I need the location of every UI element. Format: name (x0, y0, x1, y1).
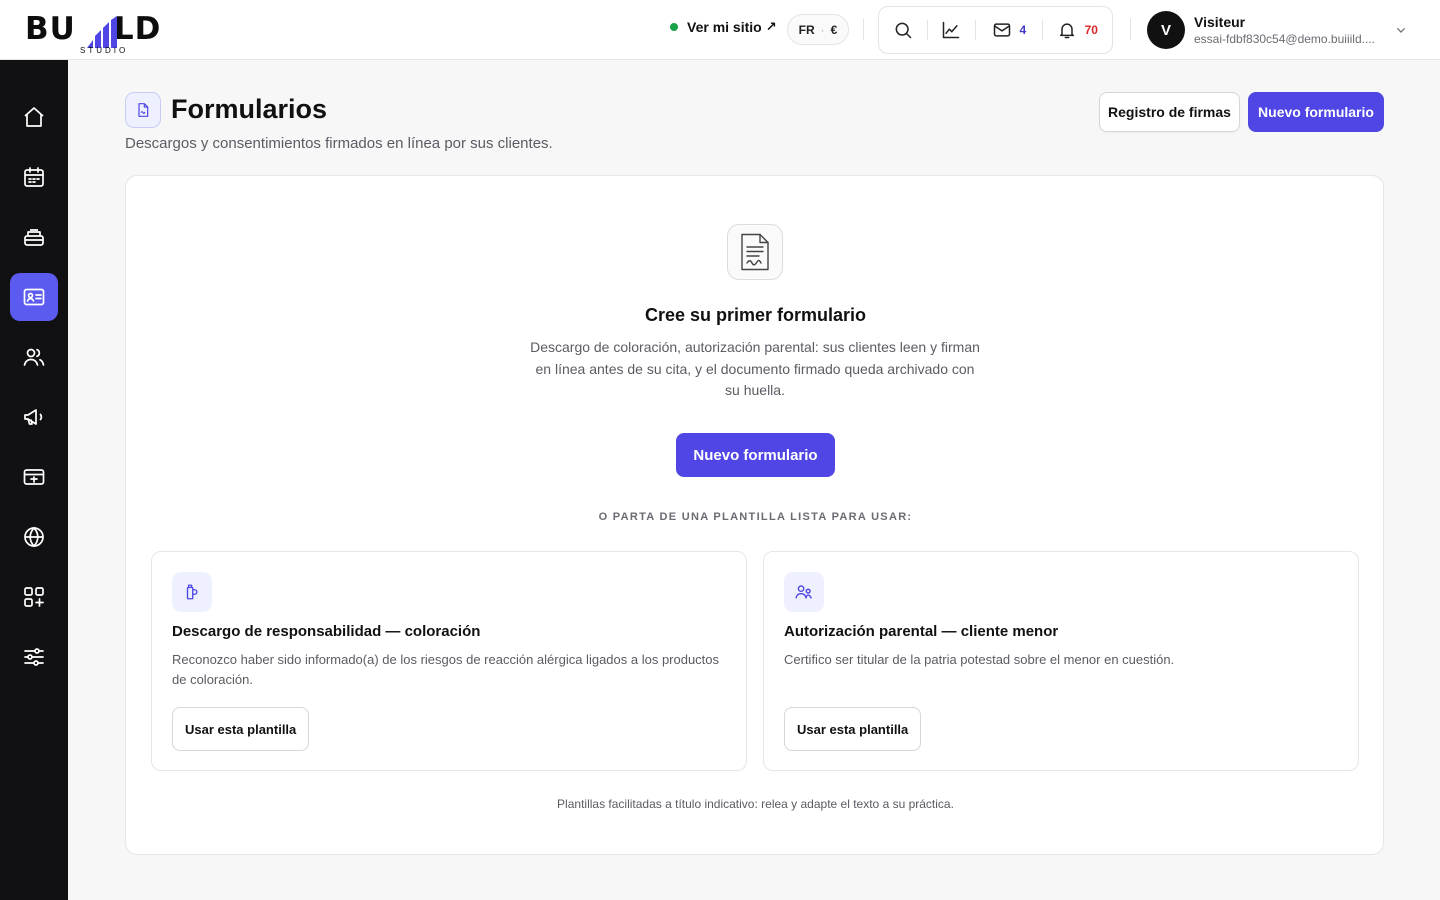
sidebar-item-marketing[interactable] (10, 393, 58, 441)
empty-state-icon-box (727, 224, 783, 280)
page-subtitle: Descargos y consentimientos firmados en … (125, 135, 553, 152)
templates-disclaimer: Plantillas facilitadas a título indicati… (557, 797, 954, 811)
sidebar (0, 60, 68, 900)
payment-icon (23, 469, 45, 485)
empty-state-title: Cree su primer formulario (644, 305, 867, 325)
globe-icon (24, 526, 44, 548)
view-site-label: Ver mi sitio (687, 19, 762, 35)
dye-bottle-icon (186, 584, 198, 600)
chart-icon (943, 21, 960, 39)
sidebar-item-register[interactable] (10, 213, 58, 261)
locale-separator: · (820, 22, 825, 37)
user-info: Visiteur essai-fdbf830c54@demo.buiiild..… (1194, 14, 1384, 46)
signed-document-icon (741, 233, 769, 271)
template-title: Autorización parental — cliente menor (784, 623, 1059, 640)
template-icon-box (784, 572, 824, 612)
calendar-icon (24, 167, 44, 187)
signature-log-button[interactable]: Registro de firmas (1099, 92, 1240, 132)
notifications-button[interactable]: 70 (1043, 6, 1112, 54)
empty-state-description: Descargo de coloración, autorización par… (530, 339, 980, 398)
megaphone-icon (24, 409, 43, 425)
use-template-button[interactable]: Usar esta plantilla (784, 707, 922, 751)
template-description: Reconozco haber sido informado(a) de los… (172, 652, 720, 687)
sidebar-item-home[interactable] (10, 93, 58, 141)
forms-page-icon (125, 92, 161, 128)
online-status-dot (670, 23, 678, 31)
sidebar-item-forms[interactable] (10, 273, 58, 321)
sidebar-item-calendar[interactable] (10, 153, 58, 201)
template-description: Certifico ser titular de la patria potes… (784, 652, 1175, 667)
template-title: Descargo de responsabilidad — coloración (172, 623, 481, 640)
user-email: essai-fdbf830c54@demo.buiiild.... (1194, 32, 1375, 46)
page-title: Formularios (171, 94, 328, 124)
parent-child-icon (795, 585, 812, 599)
use-template-button[interactable]: Usar esta plantilla (172, 707, 310, 751)
sidebar-item-apps[interactable] (10, 573, 58, 621)
mail-icon (993, 23, 1010, 37)
search-icon (895, 22, 912, 39)
chevron-down-icon[interactable] (1393, 22, 1409, 38)
template-card: Descargo de responsabilidad — coloración… (151, 551, 747, 771)
locale-currency: € (830, 22, 838, 37)
new-form-button[interactable]: Nuevo formulario (1248, 92, 1384, 132)
sliders-icon (24, 648, 44, 666)
sidebar-item-clients[interactable] (10, 333, 58, 381)
notification-count-badge: 70 (1084, 23, 1098, 37)
apps-icon (24, 587, 44, 607)
sidebar-item-settings[interactable] (10, 633, 58, 681)
home-icon (24, 107, 44, 127)
locale-switcher[interactable]: FR · € (787, 14, 849, 45)
brand-logo[interactable]: BU LD STUDIO (25, 8, 185, 55)
divider (1130, 18, 1131, 40)
templates-heading: O PARTA DE UNA PLANTILLA LISTA PARA USAR… (598, 511, 913, 523)
user-name: Visiteur (1194, 14, 1246, 30)
user-menu[interactable]: V Visiteur essai-fdbf830c54@demo.buiiild… (1147, 11, 1384, 49)
logo-bars-icon (87, 16, 117, 48)
stats-button[interactable] (928, 6, 976, 54)
view-site-link[interactable]: Ver mi sitio ↗ (670, 19, 777, 35)
bell-icon (1059, 23, 1074, 39)
locale-language: FR (798, 22, 815, 37)
document-signature-icon (138, 103, 149, 117)
logo-subtitle: STUDIO (80, 46, 129, 55)
sidebar-item-payments[interactable] (10, 453, 58, 501)
users-icon (23, 348, 45, 366)
search-button[interactable] (879, 6, 927, 54)
id-card-icon (23, 288, 45, 306)
template-icon-box (172, 572, 212, 612)
external-link-icon: ↗ (765, 19, 777, 34)
create-form-button[interactable]: Nuevo formulario (676, 433, 835, 477)
toolbar-group: 4 70 (878, 6, 1113, 54)
register-icon (24, 229, 44, 246)
template-card: Autorización parental — cliente menor Ce… (763, 551, 1359, 771)
messages-button[interactable]: 4 (976, 6, 1041, 54)
sidebar-item-website[interactable] (10, 513, 58, 561)
avatar: V (1147, 11, 1185, 49)
divider (863, 18, 864, 40)
top-bar: BU LD STUDIO Ver mi sitio ↗ FR · € 4 70 … (0, 0, 1440, 60)
mail-count-badge: 4 (1019, 23, 1027, 37)
empty-state-card: Cree su primer formulario Descargo de co… (125, 175, 1384, 855)
